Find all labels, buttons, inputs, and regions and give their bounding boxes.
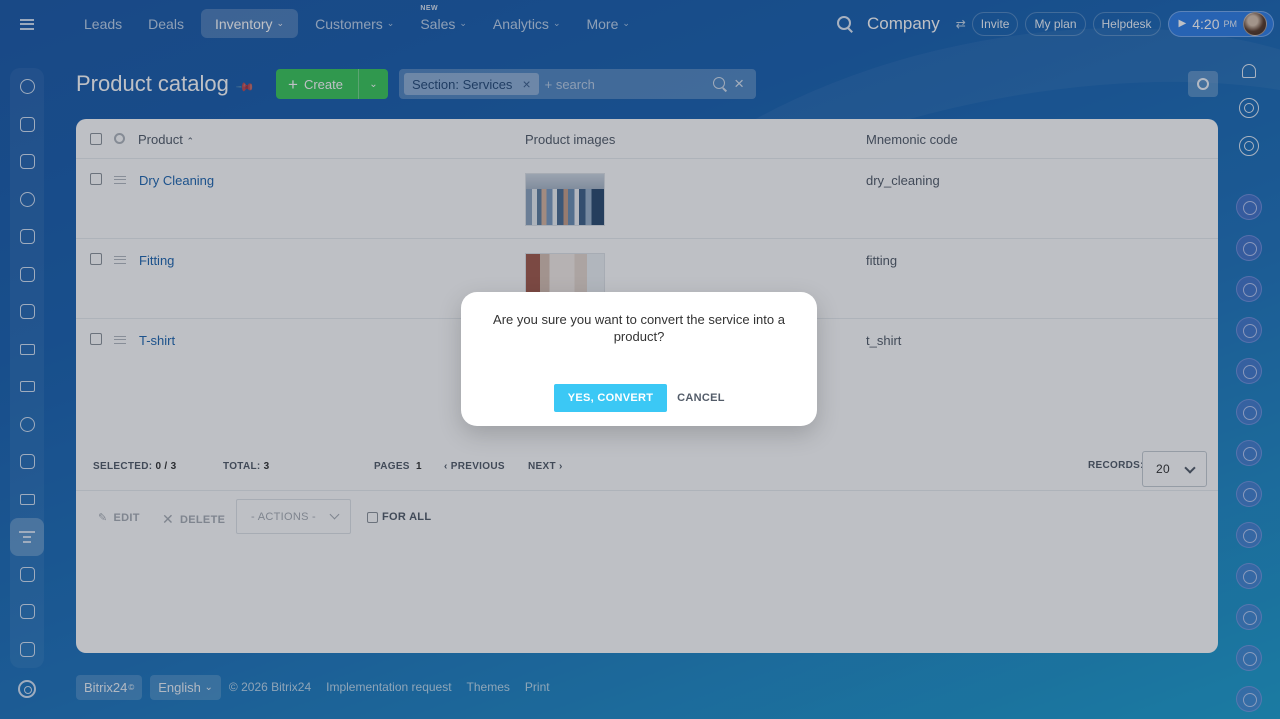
dialog-message: Are you sure you want to convert the ser… bbox=[493, 312, 785, 344]
confirm-convert-button[interactable]: YES, CONVERT bbox=[554, 384, 667, 412]
convert-confirm-dialog: Are you sure you want to convert the ser… bbox=[461, 292, 817, 426]
cancel-button[interactable]: CANCEL bbox=[669, 384, 733, 412]
